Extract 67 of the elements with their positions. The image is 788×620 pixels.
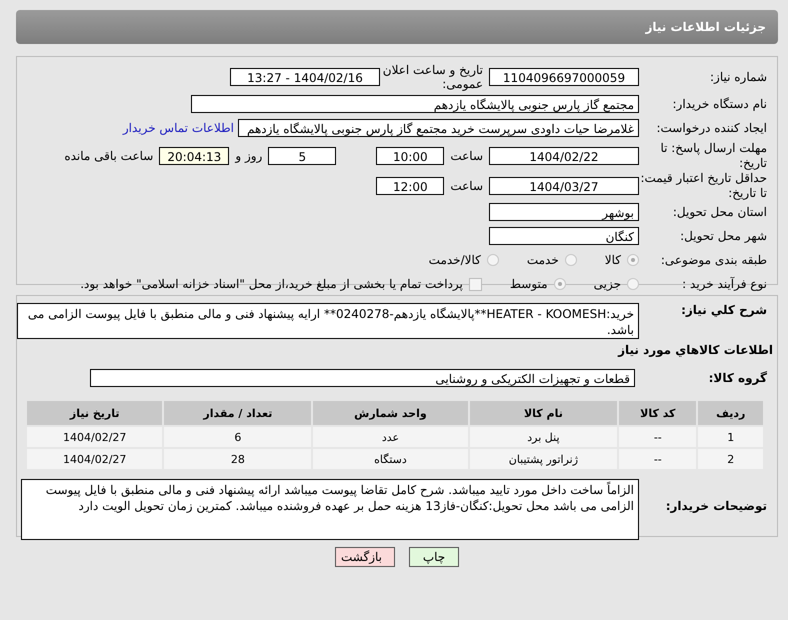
print-button[interactable]: چاپ [409,547,459,567]
creator-field: غلامرضا حیات داودی سرپرست خرید مجتمع گاز پارس جنوبی پالایشگاه یازدهم [238,119,639,137]
radio-label: جزیی [594,277,621,291]
validity-date-field: 1404/03/27 [489,177,639,195]
buyer-contact-link[interactable]: اطلاعات تماس خریدار [122,121,238,135]
days-field: 5 [268,147,336,165]
column-header: تاریخ نیاز [27,401,162,425]
radio-label: کالا/خدمت [428,253,481,267]
column-header: ردیف [698,401,763,425]
field-label: شهر محل تحویل: [679,229,768,243]
column-header: واحد شمارش [313,401,468,425]
field-label: مهلت ارسال پاسخ: تا تاریخ: [659,141,768,171]
radio-button[interactable] [627,254,639,266]
column-header: نام کالا [470,401,618,425]
description-field: خرید:HEATER - KOOMESH**پالایشگاه یازدهم-0240278** ارایه پیشنهاد فنی و مالی منطبق با فایل پیوست الزامی می باشد. [17,303,639,339]
table-cell: 1404/02/27 [27,449,162,469]
deadline-date-field: 1404/02/22 [489,147,639,165]
validity-time-field: 12:00 [376,177,444,195]
page-title: جزئیات اطلاعات نیاز [645,20,766,34]
table-cell: عدد [313,427,468,447]
field-label: استان محل تحویل: [672,205,768,219]
radio-label: خدمت [526,253,559,267]
table-cell: 1404/02/27 [27,427,162,447]
radio-button[interactable] [554,278,566,290]
table-cell: 2 [698,449,763,469]
radio-button[interactable] [486,254,499,266]
table-cell: 1 [698,427,763,447]
checkbox[interactable] [468,278,482,290]
radio-button[interactable] [627,278,639,290]
table-cell: -- [619,427,696,447]
time-label: ساعت [449,179,484,193]
table-cell: 28 [164,449,312,469]
radio-label: کالا [604,253,621,267]
back-button[interactable]: بازگشت [335,547,395,567]
field-label: شماره نیاز: [709,70,768,84]
remaining-label: ساعت باقی مانده [63,149,154,163]
table-cell: 6 [164,427,312,447]
checkbox-label: پرداخت تمام یا بخشی از مبلغ خرید،از محل "اسناد خزانه اسلامی" خواهد بود. [80,277,463,291]
field-label: نام دستگاه خریدار: [672,97,768,111]
deadline-time-field: 10:00 [376,147,444,165]
radio-label: متوسط [510,277,548,291]
field-label: گروه کالا: [708,371,768,385]
column-header: کد کالا [619,401,696,425]
field-label: نوع فرآیند خرید : [681,277,768,291]
buyer-org-field: مجتمع گاز پارس جنوبی پالایشگاه یازدهم [191,95,639,113]
field-label: طبقه بندی موضوعی: [660,253,768,267]
need-number-field: 1104096697000059 [489,68,639,86]
days-label: روز و [234,149,264,163]
time-label: ساعت [449,149,484,163]
table-cell: -- [619,449,696,469]
field-label: حداقل تاریخ اعتبار قیمت: تا تاریخ: [639,171,768,201]
field-label: توضیحات خریدار: [664,498,768,513]
column-header: تعداد / مقدار [164,401,312,425]
announce-date-field: 1404/02/16 - 13:27 [230,68,380,86]
province-field: بوشهر [489,203,639,221]
field-label: تاریخ و ساعت اعلان عمومی: [382,63,484,91]
table-cell: دستگاه [313,449,468,469]
remaining-time-field: 20:04:13 [159,147,230,165]
table-cell: ژنراتور پشتیبان [470,449,618,469]
goods-group-field: قطعات و تجهیزات الکتریکی و روشنایی [90,369,635,387]
table-cell: پنل برد [470,427,618,447]
buyer-notes-field: الزاماً ساخت داخل مورد تایید میباشد. شرح کامل تقاضا پیوست میباشد ارائه پیشنهاد فنی و مالی منطبق با فایل پیوست الزامی می باشد محل تحویل:کنگان-فاز13 هزینه حمل بر عهده فروشنده میباشد. کمترین زمان تحویل الویت دارد [21,479,639,540]
field-label: شرح کلي نياز: [680,303,768,317]
section-title: اطلاعات کالاهاي مورد نياز [616,343,774,357]
field-label: ایجاد کننده درخواست: [655,121,768,135]
city-field: کنگان [489,227,639,245]
radio-button[interactable] [564,254,577,266]
